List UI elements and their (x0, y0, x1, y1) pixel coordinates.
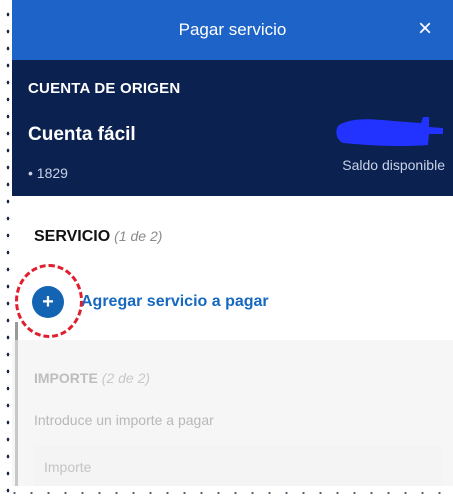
redacted-balance (336, 117, 443, 147)
amount-step-indicator: (2 de 2) (101, 370, 151, 386)
amount-help-text: Introduce un importe a pagar (34, 412, 214, 428)
add-service-label[interactable]: Agregar servicio a pagar (81, 293, 269, 311)
service-heading-text: SERVICIO (34, 228, 111, 245)
plus-icon[interactable]: + (32, 286, 64, 318)
bottom-perforation-edge (0, 486, 453, 496)
service-section-heading: SERVICIO (1 de 2) (34, 228, 162, 246)
left-perforation-edge (0, 0, 12, 496)
service-step-indicator: (1 de 2) (114, 228, 163, 244)
close-icon[interactable]: × (413, 17, 437, 41)
account-number: • 1829 (28, 165, 68, 181)
account-name: Cuenta fácil (28, 124, 136, 145)
source-account-label: CUENTA DE ORIGEN (28, 80, 181, 97)
available-balance-label: Saldo disponible (342, 157, 445, 173)
amount-section-heading: IMPORTE (2 de 2) (34, 370, 150, 386)
amount-input[interactable] (34, 446, 443, 486)
add-service-button[interactable]: + Agregar servicio a pagar (32, 282, 269, 322)
amount-heading-text: IMPORTE (34, 370, 98, 386)
source-account-card: CUENTA DE ORIGEN Cuenta fácil • 1829 Sal… (12, 60, 453, 196)
page-title: Pagar servicio (178, 20, 287, 39)
header-bar: Pagar servicio × (12, 0, 453, 60)
pay-service-panel: Pagar servicio × CUENTA DE ORIGEN Cuenta… (12, 0, 453, 486)
